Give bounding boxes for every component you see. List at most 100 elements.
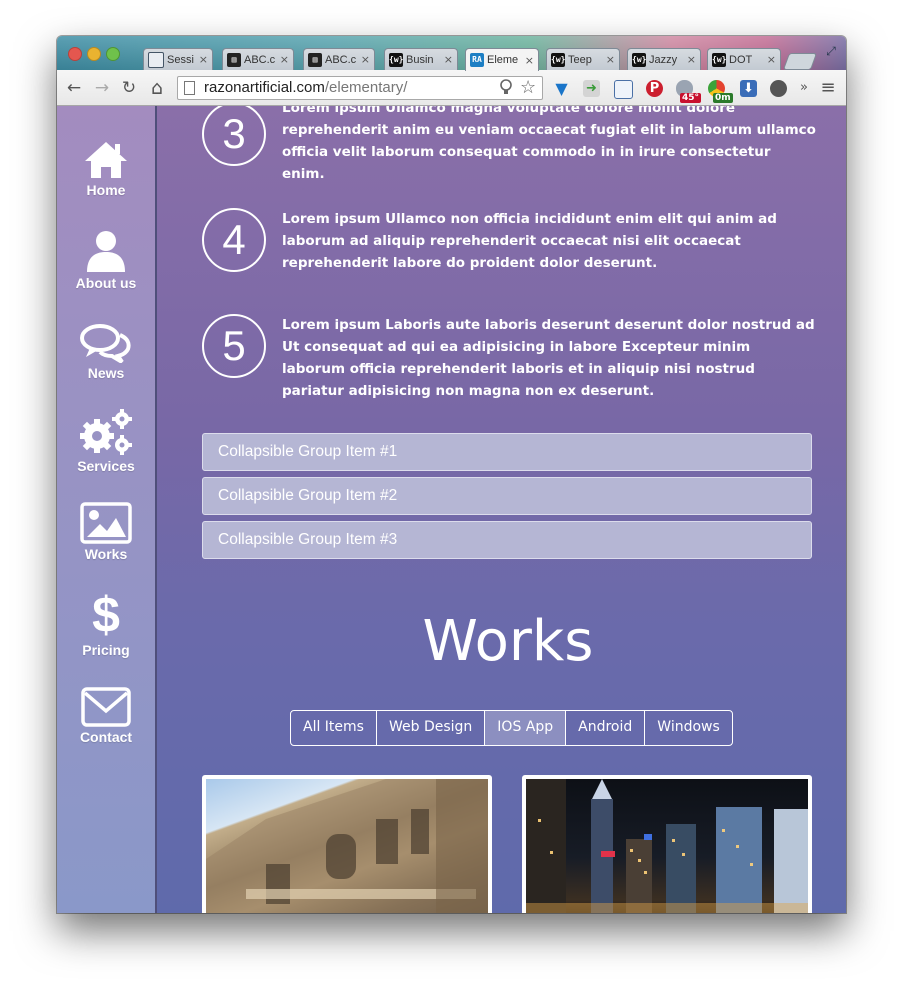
tab-close-icon[interactable]: × [280, 53, 289, 66]
tab-close-icon[interactable]: × [361, 53, 370, 66]
city-night-photo [526, 779, 808, 913]
sidebar-item-about-us[interactable]: About us [57, 229, 155, 291]
sidebar-nav: Home About us News Services Works $ Pric… [57, 106, 157, 913]
filter-windows[interactable]: Windows [644, 711, 732, 745]
step-text: Lorem ipsum Laboris aute laboris deserun… [282, 317, 815, 399]
pinterest-icon[interactable]: P [646, 80, 663, 97]
works-section-title: Works [422, 609, 594, 674]
tab-abc-1[interactable]: ▥ ABC.c × [222, 48, 294, 70]
back-button[interactable]: ← [64, 78, 84, 98]
tab-abc-2[interactable]: ▥ ABC.c × [303, 48, 375, 70]
step-number-badge: 3 [202, 106, 266, 166]
window-minimize-button[interactable] [87, 47, 101, 61]
envelope-icon [81, 687, 131, 727]
clock-icon[interactable] [770, 80, 787, 97]
tab-jazzy[interactable]: {w} Jazzy × [627, 48, 701, 70]
filter-all-items[interactable]: All Items [291, 711, 376, 745]
works-filter-group: All Items Web Design IOS App Android Win… [290, 710, 733, 746]
bookmark-star-icon[interactable]: ☆ [520, 79, 536, 97]
address-bar[interactable]: razonartificial.com/elementary/ ☆ [177, 76, 543, 100]
step-text: Lorem ipsum Ullamco magna voluptate dolo… [282, 106, 816, 182]
tab-sessions[interactable]: Sessi × [143, 48, 213, 70]
w-icon: {w} [712, 52, 726, 67]
page-icon [184, 81, 195, 95]
user-icon [87, 231, 125, 272]
sidebar-item-services[interactable]: Services [57, 408, 155, 474]
tab-title: DOT [729, 53, 753, 66]
vee-extension-icon[interactable]: ▼ [553, 80, 570, 97]
sidebar-item-news[interactable]: News [57, 323, 155, 381]
forward-button[interactable]: → [92, 78, 112, 98]
accordion-item-3[interactable]: Collapsible Group Item #3 [202, 521, 812, 559]
step-number-badge: 5 [202, 314, 266, 378]
window-icon [148, 51, 164, 68]
tab-close-icon[interactable]: × [687, 53, 696, 66]
lightbulb-icon[interactable] [500, 79, 512, 100]
window-close-button[interactable] [68, 47, 82, 61]
sidebar-item-home[interactable]: Home [57, 140, 155, 198]
sidebar-item-label: Works [84, 546, 128, 562]
url-path: /elementary/ [324, 79, 408, 96]
work-item-city-night[interactable] [522, 775, 812, 913]
reload-button[interactable]: ↻ [119, 78, 139, 98]
fullscreen-icon[interactable]: ⤢ [824, 44, 838, 58]
sidebar-item-pricing[interactable]: $ Pricing [57, 590, 155, 658]
filter-ios-app[interactable]: IOS App [484, 711, 566, 745]
filter-android[interactable]: Android [565, 711, 644, 745]
sidebar-item-label: News [87, 365, 125, 381]
accordion-item-1[interactable]: Collapsible Group Item #1 [202, 433, 812, 471]
step-text: Lorem ipsum Ullamco non officia incididu… [282, 211, 777, 271]
filter-web-design[interactable]: Web Design [375, 711, 484, 745]
tab-business[interactable]: {w} Busin × [384, 48, 458, 70]
tab-title: Eleme [487, 54, 519, 66]
sidebar-item-works[interactable]: Works [57, 502, 155, 562]
download-icon[interactable]: ⬇ [740, 80, 757, 97]
tab-close-icon[interactable]: × [767, 53, 776, 66]
tab-title: Teep [568, 53, 592, 66]
tab-close-icon[interactable]: × [199, 53, 208, 66]
weather-badge: 45° [680, 93, 702, 103]
chat-bubbles-icon [80, 324, 131, 363]
building-photo [206, 779, 488, 913]
extensions-overflow-button[interactable]: » [794, 78, 814, 98]
gears-icon [80, 409, 132, 455]
sidebar-item-label: Services [77, 458, 135, 474]
timer-badge: 0m [713, 93, 733, 103]
browser-toolbar: ← → ↻ ⌂ razonartificial.com/elementary/ … [57, 70, 846, 106]
sidebar-item-label: Pricing [82, 642, 130, 658]
browser-window: Sessi × ▥ ABC.c × ▥ ABC.c × {w} Busin × … [57, 36, 846, 913]
sidebar-item-label: Contact [79, 729, 133, 745]
window-extension-icon[interactable] [614, 80, 633, 99]
main-content: 3 Lorem ipsum Ullamco magna voluptate do… [158, 106, 846, 913]
home-button[interactable]: ⌂ [147, 78, 167, 98]
ra-icon: RA [470, 53, 484, 67]
tab-title: ABC.c [244, 53, 276, 66]
picture-icon [80, 502, 132, 544]
tab-dot[interactable]: {w} DOT × [707, 48, 781, 70]
url-domain: razonartificial.com [204, 79, 325, 96]
building-icon: ▥ [308, 52, 322, 67]
sidebar-item-contact[interactable]: Contact [57, 687, 155, 745]
web-page: Home About us News Services Works $ Pric… [57, 106, 846, 913]
tab-close-icon[interactable]: × [525, 54, 534, 67]
sidebar-item-label: Home [86, 182, 126, 198]
accordion-item-2[interactable]: Collapsible Group Item #2 [202, 477, 812, 515]
tab-teep[interactable]: {w} Teep × [546, 48, 620, 70]
dollar-icon: $ [92, 587, 120, 643]
building-icon: ▥ [227, 52, 241, 67]
tab-elementary[interactable]: RA Eleme × [465, 48, 539, 71]
home-icon [85, 142, 127, 178]
tab-close-icon[interactable]: × [606, 53, 615, 66]
work-item-building[interactable] [202, 775, 492, 913]
tab-title: Sessi [167, 53, 194, 66]
browser-menu-button[interactable]: ≡ [818, 78, 838, 98]
tab-title: Jazzy [649, 53, 678, 66]
w-icon: {w} [632, 52, 646, 67]
sidebar-item-label: About us [75, 275, 137, 291]
arrow-extension-icon[interactable]: ➜ [583, 80, 600, 97]
tab-close-icon[interactable]: × [444, 53, 453, 66]
tab-title: ABC.c [325, 53, 357, 66]
w-icon: {w} [389, 52, 403, 67]
url-text[interactable]: razonartificial.com/elementary/ [204, 79, 407, 96]
window-maximize-button[interactable] [106, 47, 120, 61]
